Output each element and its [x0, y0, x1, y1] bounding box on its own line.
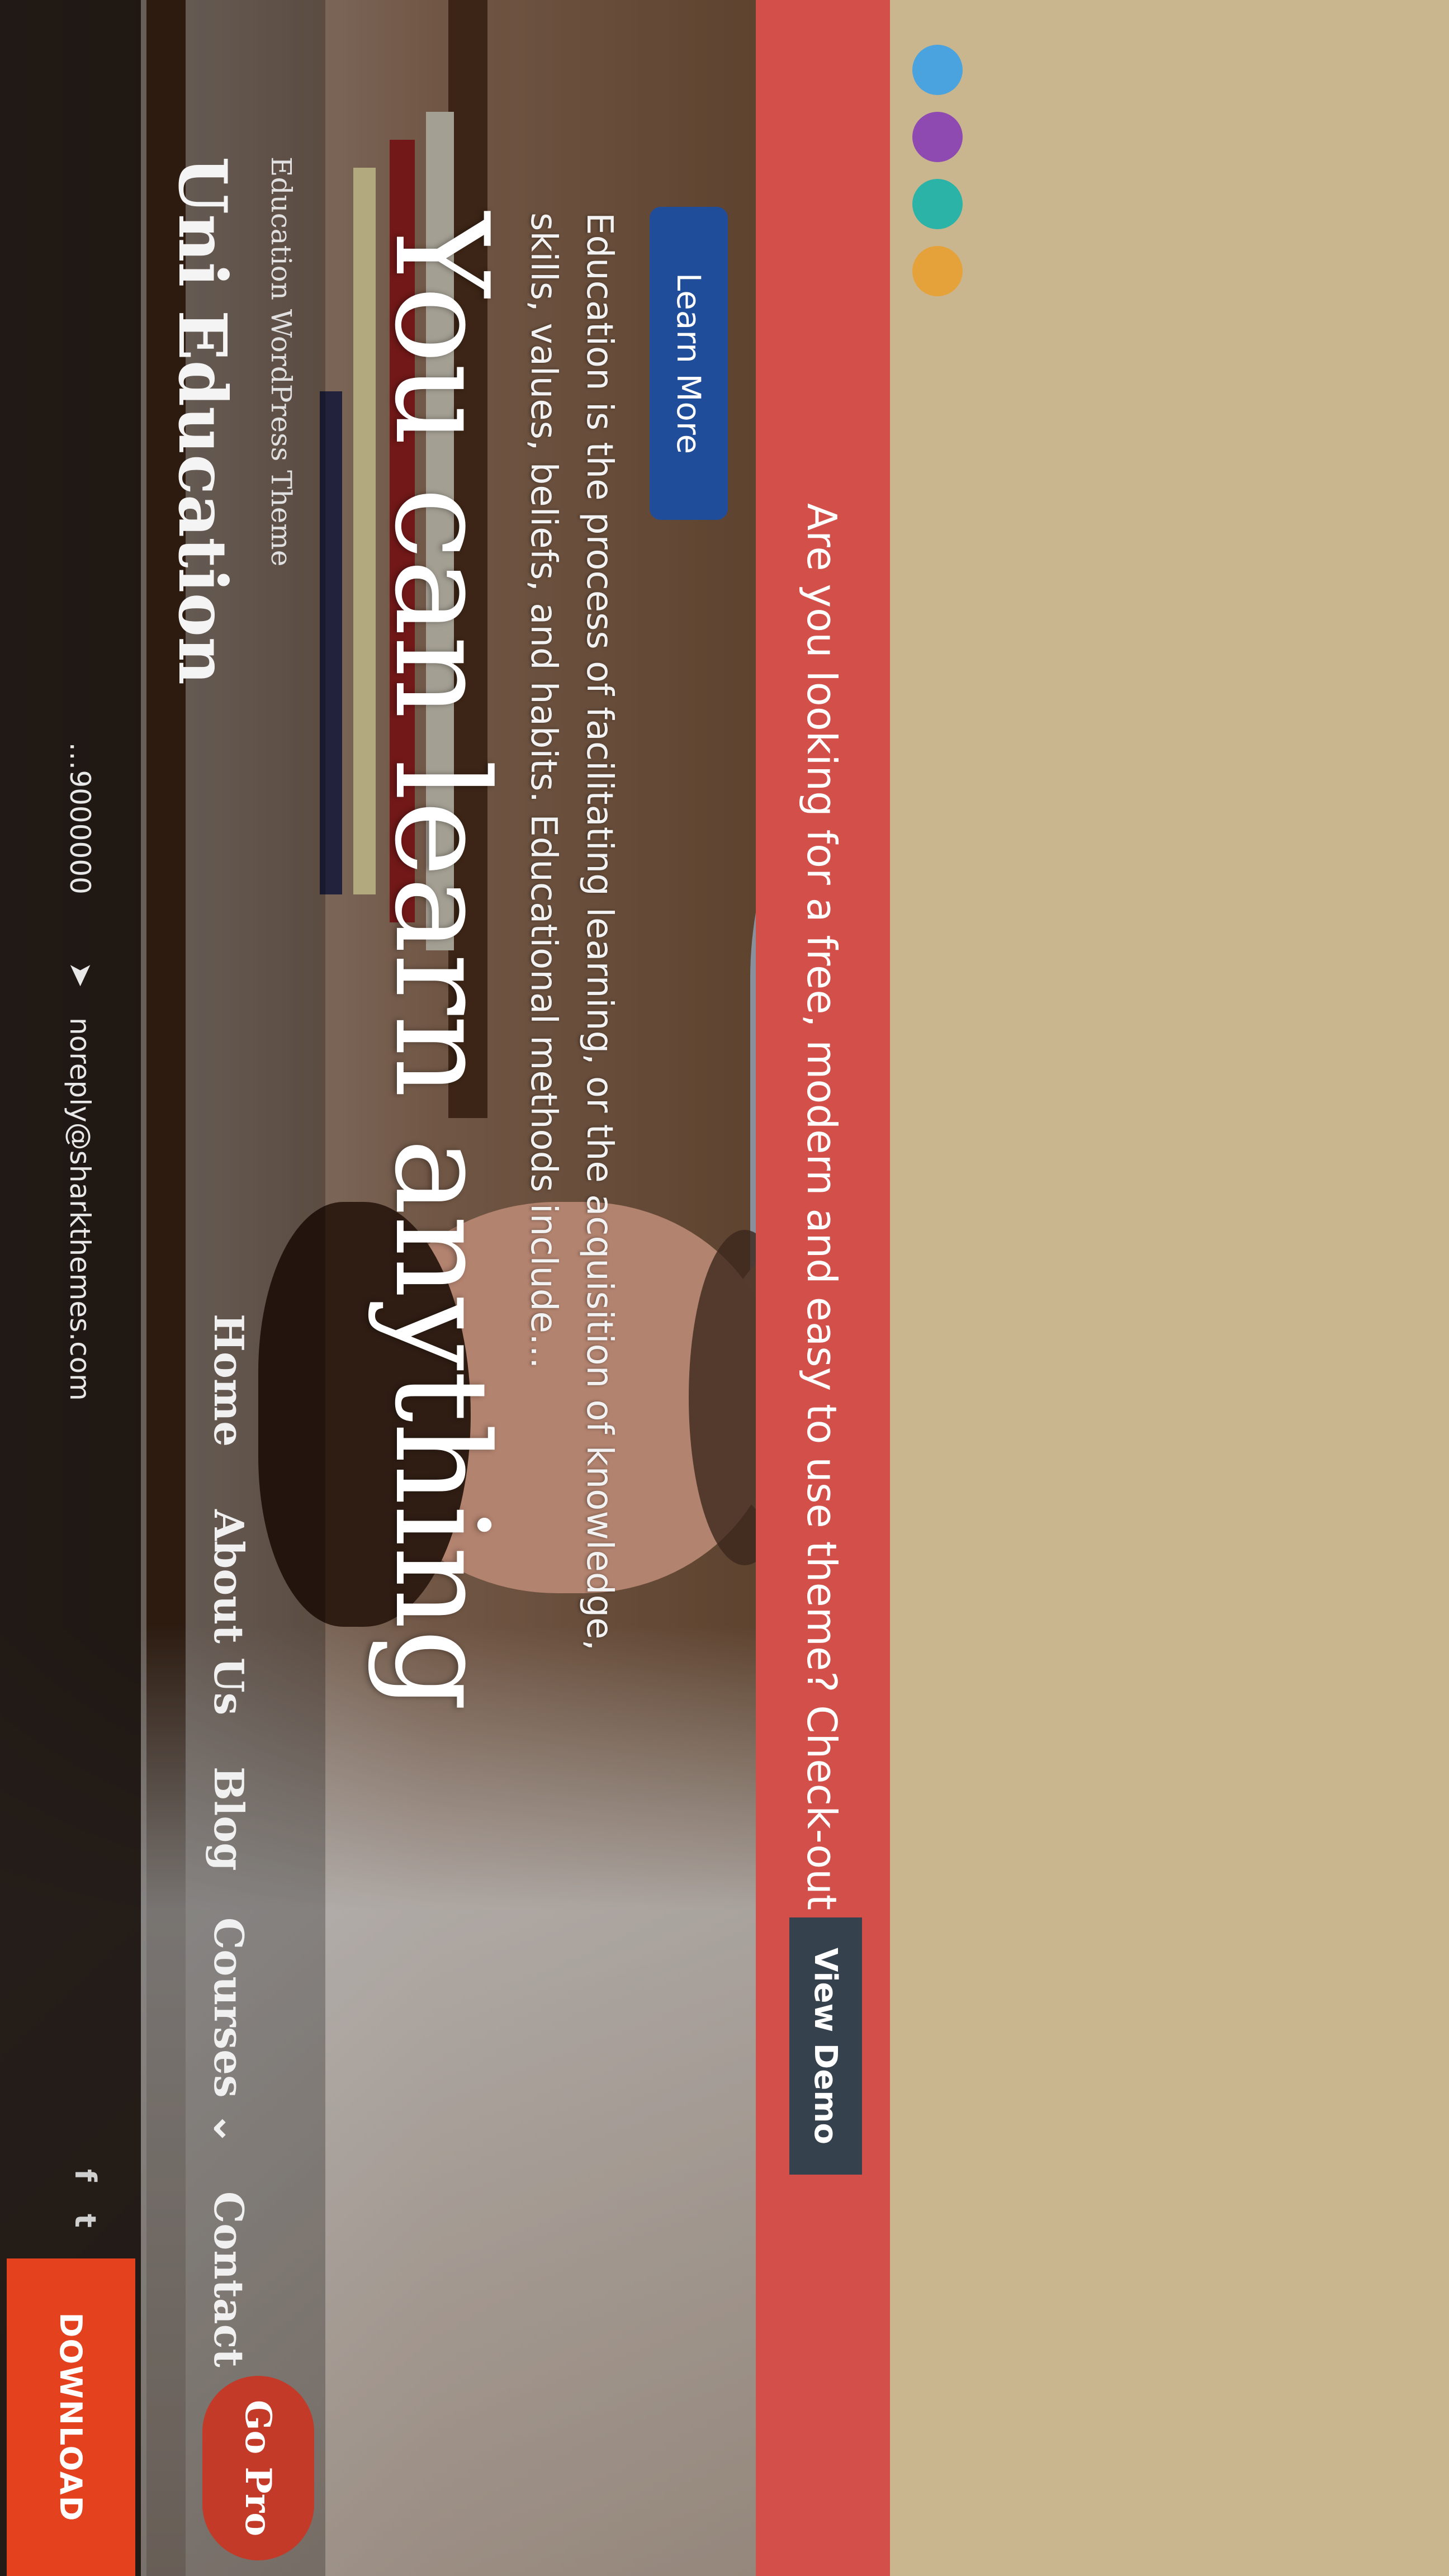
- screen: …9000000 ➤ noreply@sharkthemes.com f t i…: [0, 0, 1449, 2576]
- learn-more-button[interactable]: Learn More: [650, 207, 728, 520]
- desktop-strip: [890, 0, 1449, 2576]
- app-icon[interactable]: [912, 112, 963, 162]
- website-viewport: …9000000 ➤ noreply@sharkthemes.com f t i…: [0, 0, 1449, 2576]
- view-demo-button[interactable]: View Demo: [789, 1917, 862, 2175]
- app-icon[interactable]: [912, 45, 963, 95]
- email-link[interactable]: noreply@sharkthemes.com: [64, 1017, 96, 1401]
- nav-item-blog[interactable]: Blog: [205, 1767, 253, 1871]
- nav-item-contact[interactable]: Contact: [205, 2191, 253, 2367]
- hero-title: You can learn anything: [366, 212, 515, 1712]
- app-icon[interactable]: [912, 246, 963, 296]
- hero-description: Education is the process of facilitating…: [523, 212, 620, 1651]
- phone-text: …9000000: [64, 742, 96, 894]
- nav-item-about-us[interactable]: About Us: [205, 1509, 253, 1715]
- nav-item-home[interactable]: Home: [205, 1314, 253, 1447]
- site-title[interactable]: Uni Education: [164, 157, 242, 685]
- facebook-icon[interactable]: f: [68, 2169, 102, 2182]
- twitter-icon[interactable]: t: [68, 2214, 102, 2228]
- nav-item-courses[interactable]: Courses ⌄: [205, 1917, 253, 2146]
- site-tagline: Education WordPress Theme: [265, 157, 297, 567]
- send-icon: ➤: [63, 962, 99, 988]
- go-pro-button[interactable]: Go Pro: [202, 2376, 314, 2560]
- promo-text: Are you looking for a free, modern and e…: [798, 503, 845, 2043]
- app-icon[interactable]: [912, 179, 963, 229]
- download-button[interactable]: DOWNLOAD: [7, 2258, 135, 2576]
